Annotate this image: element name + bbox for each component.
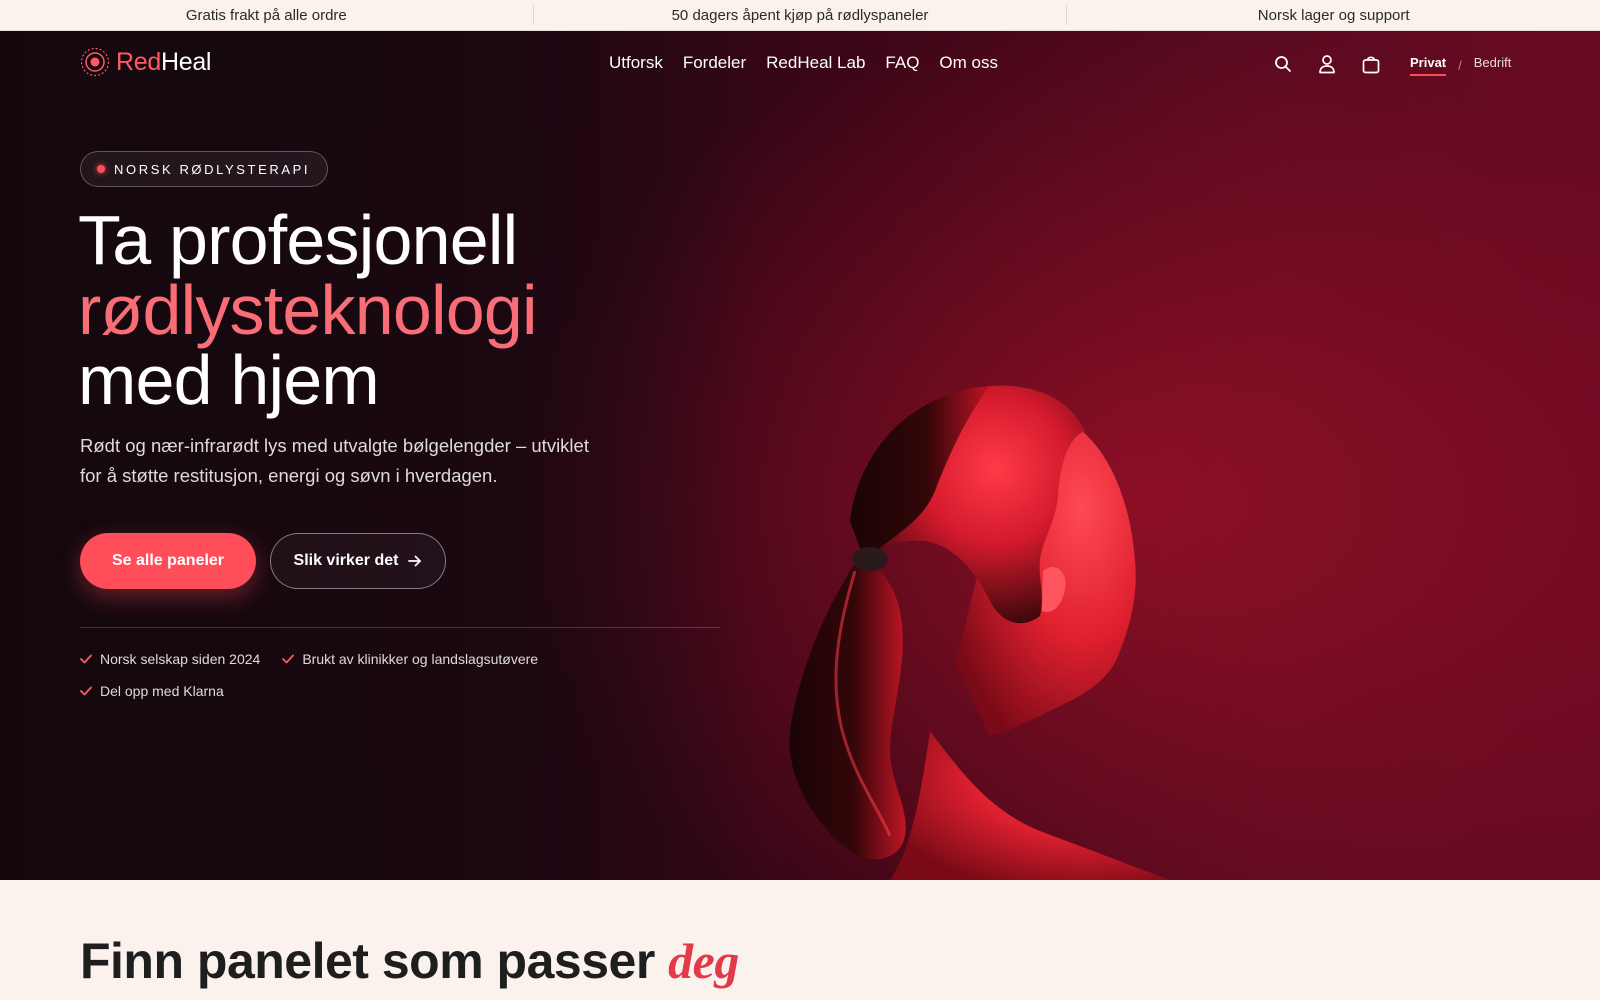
segment-separator: / [1458, 58, 1462, 73]
see-all-panels-label: Se alle paneler [111, 552, 225, 569]
section-title-emphasis: deg [668, 933, 739, 989]
trust-item: Norsk selskap siden 2024 [80, 649, 260, 669]
nav-item-redheal-lab[interactable]: RedHeal Lab [766, 53, 865, 73]
nav-icon-group [1272, 53, 1382, 75]
brand-wordmark: RedHeal [116, 48, 211, 77]
account-icon[interactable] [1316, 53, 1338, 75]
announcement-free-shipping: Gratis frakt på alle ordre [185, 6, 347, 24]
hero-badge: NORSK RØDLYSTERAPI [80, 151, 329, 187]
hero-lead-text: Rødt og nær-infrarødt lys med utvalgte b… [80, 435, 589, 486]
cart-icon[interactable] [1360, 53, 1382, 75]
brand-wordmark-white: Heal [160, 47, 212, 76]
how-it-works-label: Slik virker det [293, 552, 399, 569]
nav-item-utforsk[interactable]: Utforsk [609, 53, 663, 73]
nav-item-faq[interactable]: FAQ [885, 53, 919, 73]
nav-menu: Utforsk Fordeler RedHeal Lab FAQ Om oss [609, 53, 998, 73]
see-all-panels-button[interactable]: Se alle paneler [80, 533, 256, 589]
trust-item: Del opp med Klarna [80, 681, 720, 701]
brand-logo[interactable]: RedHeal [80, 47, 211, 77]
main-navigation: RedHeal Utforsk Fordeler RedHeal Lab FAQ… [0, 31, 1600, 97]
brand-wordmark-red: Red [116, 47, 161, 76]
segment-bedrift[interactable]: Bedrift [1474, 55, 1512, 76]
headline-line-1: Ta profesjonell [78, 201, 518, 279]
nav-item-om-oss[interactable]: Om oss [939, 53, 998, 73]
announcement-norwegian-stock: Norsk lager og support [1257, 6, 1410, 24]
hero-section: RedHeal Utforsk Fordeler RedHeal Lab FAQ… [0, 31, 1600, 880]
trust-item: Brukt av klinikker og landslagsutøvere [282, 649, 538, 669]
trust-list: Norsk selskap siden 2024 Brukt av klinik… [80, 649, 720, 701]
arrow-right-icon [408, 555, 422, 567]
hero-portrait-image [789, 385, 1170, 880]
customer-type-switch: Privat / Bedrift [1410, 55, 1511, 76]
hero-divider [80, 627, 720, 628]
nav-item-fordeler[interactable]: Fordeler [683, 53, 746, 73]
trust-item-label: Del opp med Klarna [100, 683, 224, 699]
trust-item-label: Norsk selskap siden 2024 [100, 651, 261, 667]
headline-line-3: med hjem [78, 341, 380, 419]
section-title-main: Finn panelet som passer [80, 933, 669, 989]
how-it-works-button[interactable]: Slik virker det [270, 533, 446, 589]
badge-dot-icon [97, 165, 105, 173]
headline-line-2: rødlysteknologi [78, 271, 538, 349]
search-icon[interactable] [1272, 53, 1294, 75]
check-icon [80, 686, 92, 696]
badge-label: NORSK RØDLYSTERAPI [114, 161, 311, 177]
section-title: Finn panelet som passer deg [80, 932, 739, 990]
logo-mark-icon [80, 47, 110, 77]
check-icon [80, 654, 92, 664]
hero-headline: Ta profesjonell rødlysteknologi med hjem [78, 201, 538, 419]
announcement-bar: Gratis frakt på alle ordre 50 dagers åpe… [0, 0, 1600, 31]
segment-privat[interactable]: Privat [1410, 55, 1447, 76]
announcement-open-purchase: 50 dagers åpent kjøp på rødlyspaneler [671, 6, 929, 24]
check-icon [282, 654, 295, 664]
trust-item-label: Brukt av klinikker og landslagsutøvere [302, 651, 539, 667]
